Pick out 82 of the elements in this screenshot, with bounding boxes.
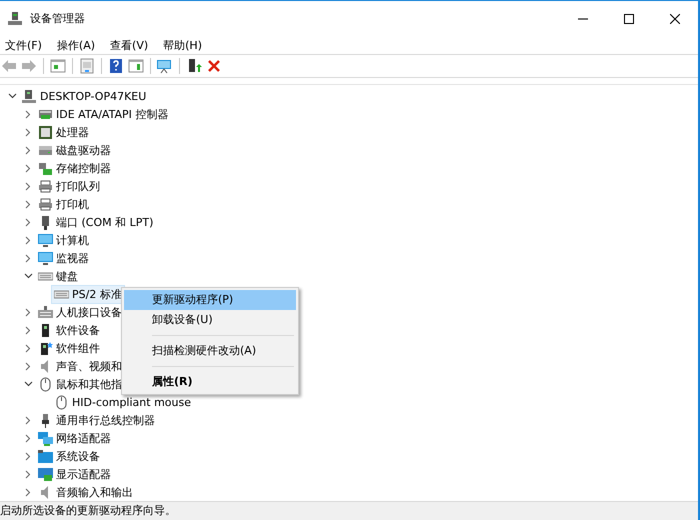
tree-item[interactable]: 通用串行总线控制器 (36, 412, 157, 428)
chevron-right-icon[interactable] (25, 218, 31, 226)
chip-icon (38, 124, 53, 140)
tree-item[interactable]: HID-compliant mouse (52, 394, 193, 410)
menu-item[interactable]: 扫描检测硬件改动(A) (124, 341, 296, 361)
network-icon (38, 430, 53, 446)
mouse-icon (38, 376, 53, 392)
status-text: 启动所选设备的更新驱动程序向导。 (0, 501, 698, 520)
tree-item[interactable]: 网络适配器 (36, 430, 113, 446)
tree-item[interactable]: 磁盘驱动器 (36, 142, 113, 158)
device-icon (38, 340, 53, 356)
help-icon (108, 58, 124, 74)
app-icon (8, 12, 22, 26)
monitor-icon (38, 232, 53, 248)
chevron-right-icon[interactable] (25, 470, 31, 478)
tree-item[interactable]: PS/2 标准 (52, 286, 124, 302)
tree-item[interactable]: 显示适配器 (36, 466, 113, 482)
chevron-right-icon[interactable] (25, 452, 31, 460)
tree-item[interactable]: 计算机 (36, 232, 91, 248)
window-panel-icon (50, 58, 66, 74)
tree-item[interactable]: 人机接口设备 (36, 304, 124, 320)
chevron-right-icon[interactable] (25, 110, 31, 118)
delete-icon (206, 58, 222, 74)
chevron-right-icon[interactable] (25, 128, 31, 136)
folder-icon (38, 448, 53, 464)
chevron-right-icon[interactable] (25, 362, 31, 370)
chevron-right-icon[interactable] (25, 146, 31, 154)
menu-item[interactable]: 更新驱动程序(P) (124, 290, 296, 310)
chevron-right-icon[interactable] (25, 200, 31, 208)
chevron-right-icon[interactable] (25, 488, 31, 496)
menu-bar-item[interactable]: 查看(V) (104, 38, 154, 52)
menu-bar-item[interactable]: 帮助(H) (157, 38, 208, 52)
tree-item[interactable]: 鼠标和其他指 (36, 376, 124, 392)
chevron-right-icon[interactable] (25, 254, 31, 262)
tree-item[interactable]: 监视器 (36, 250, 91, 266)
chevron-right-icon[interactable] (25, 182, 31, 190)
tree-item[interactable]: 端口 (COM 和 LPT) (36, 214, 156, 230)
printer-icon (38, 178, 53, 194)
tree-item[interactable]: 存储控制器 (36, 160, 113, 176)
tree-item[interactable]: 音频输入和输出 (36, 484, 135, 500)
chevron-down-icon[interactable] (24, 381, 32, 387)
chevron-right-icon[interactable] (25, 236, 31, 244)
tree-item[interactable]: 打印机 (36, 196, 91, 212)
properties-icon (79, 58, 95, 74)
chevron-right-icon[interactable] (25, 416, 31, 424)
tree-item[interactable]: 软件设备 (36, 322, 102, 338)
storage-icon (38, 160, 53, 176)
computer-icon (22, 88, 37, 104)
tree-item[interactable]: 系统设备 (36, 448, 102, 464)
help-button[interactable] (107, 57, 125, 75)
chevron-right-icon[interactable] (25, 308, 31, 316)
maximize-icon (624, 14, 634, 24)
tree-item[interactable]: 键盘 (36, 268, 80, 284)
tree-item[interactable]: 声音、视频和 (36, 358, 124, 374)
window-title: 设备管理器 (30, 11, 85, 26)
keyboard-icon (38, 304, 53, 320)
mouse-icon (54, 394, 69, 410)
menu-bar-item[interactable]: 操作(A) (50, 38, 102, 52)
tree-item[interactable]: 处理器 (36, 124, 91, 140)
menu-bar-item[interactable]: 文件(F) (0, 38, 48, 52)
tree-item[interactable]: IDE ATA/ATAPI 控制器 (36, 106, 170, 122)
tree-item[interactable]: 打印队列 (36, 178, 102, 194)
forward-arrow-icon (21, 58, 37, 74)
chevron-right-icon[interactable] (25, 326, 31, 334)
close-icon (670, 14, 680, 24)
scan-button[interactable] (156, 57, 174, 75)
monitor-icon (38, 250, 53, 266)
menu-item[interactable]: 属性(R) (124, 372, 296, 392)
printer-icon (38, 196, 53, 212)
tree-item[interactable]: DESKTOP-OP47KEU (20, 88, 148, 104)
chevron-right-icon[interactable] (25, 344, 31, 352)
chevron-right-icon[interactable] (25, 434, 31, 442)
device-update-icon (186, 58, 202, 74)
chevron-down-icon[interactable] (8, 93, 16, 99)
tree-item[interactable]: 软件组件 (36, 340, 102, 356)
back-arrow-icon (1, 58, 17, 74)
menu-item[interactable]: 卸载设备(U) (124, 310, 296, 330)
monitor-search-icon (157, 58, 173, 74)
chevron-down-icon[interactable] (24, 273, 32, 279)
display-icon (38, 466, 53, 482)
window-panel-icon (128, 58, 144, 74)
chevron-right-icon[interactable] (25, 164, 31, 172)
